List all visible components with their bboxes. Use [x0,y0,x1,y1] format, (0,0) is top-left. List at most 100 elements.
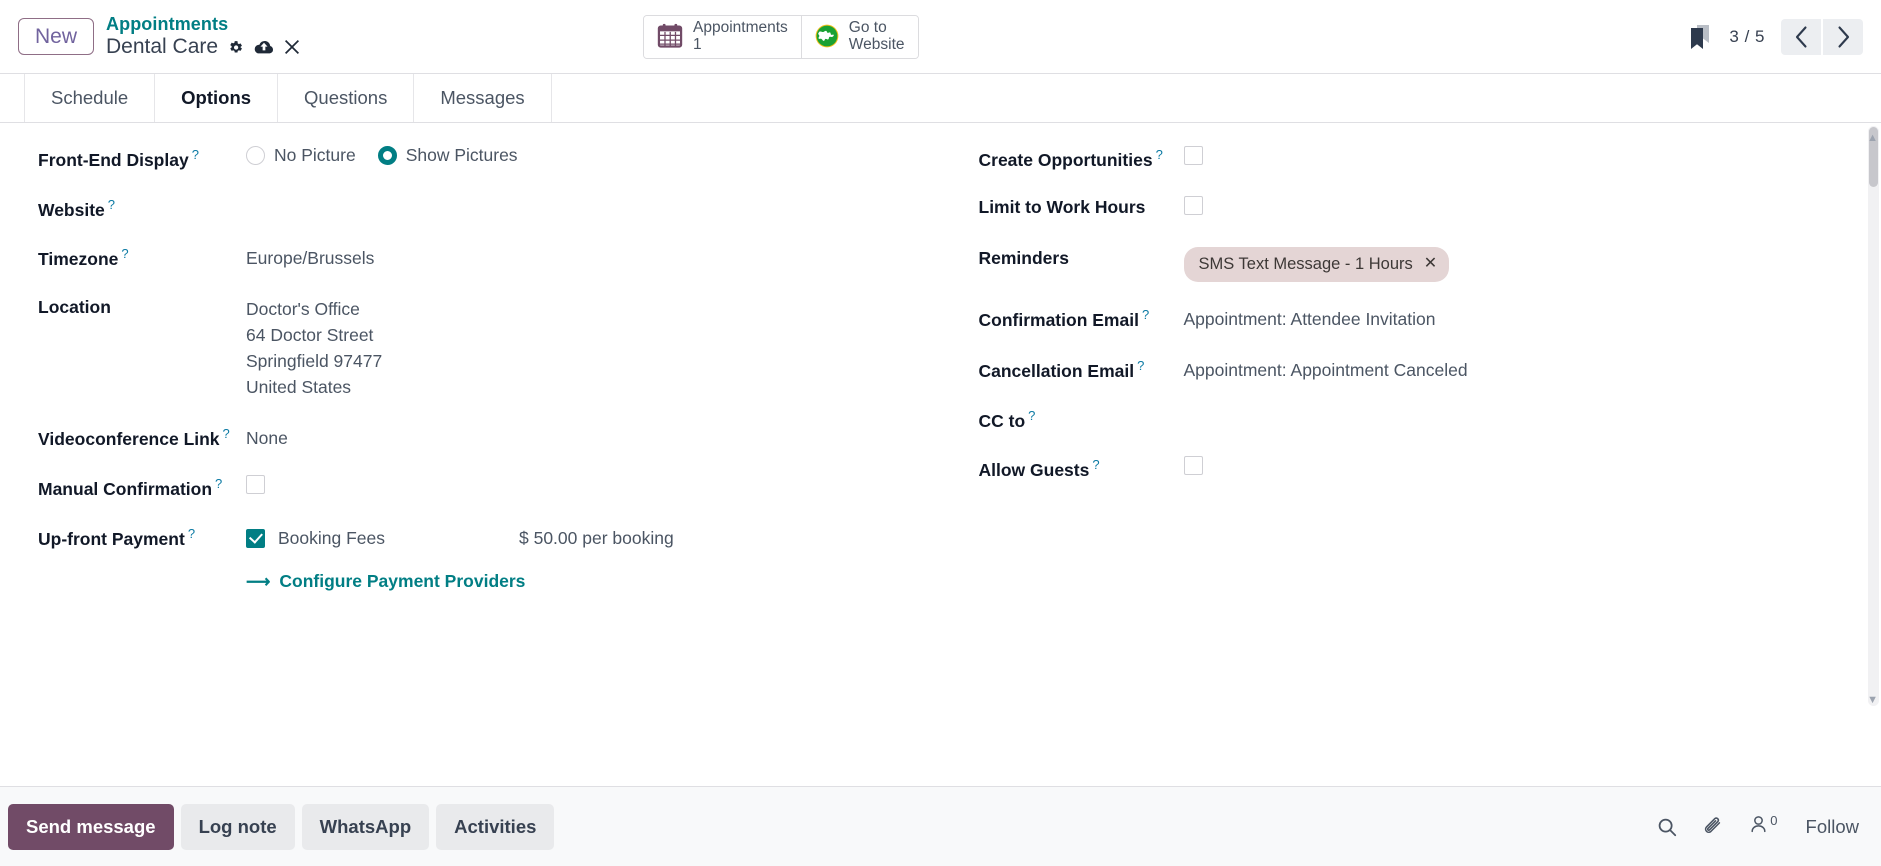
field-label-reminders: Reminders [978,247,1069,268]
tab-messages[interactable]: Messages [413,74,552,122]
close-icon[interactable] [284,39,300,55]
checkbox-limit-to-work-hours[interactable] [1183,196,1203,216]
field-create-opportunities: Create Opportunities? [979,145,1881,172]
tooltip-icon[interactable]: ? [108,197,115,212]
follow-button[interactable]: Follow [1802,816,1863,838]
field-label-create-opportunities: Create Opportunities? [979,145,1184,172]
field-reminders: Reminders SMS Text Message - 1 Hours ✕ [979,246,1881,283]
followers-button[interactable]: 0 [1748,813,1778,840]
booking-fees-label: Booking Fees [278,528,386,549]
field-value-videoconference-link[interactable]: None [246,424,941,451]
tooltip-icon[interactable]: ? [1092,457,1099,472]
tooltip-icon[interactable]: ? [223,426,230,441]
close-icon[interactable]: ✕ [1424,255,1437,272]
field-value-location[interactable]: Doctor's Office 64 Doctor Street Springf… [246,295,941,401]
radio-indicator[interactable] [246,146,265,165]
label-text: Allow Guests [978,460,1090,481]
scroll-up-arrow-icon[interactable]: ▲ [1867,132,1878,144]
tooltip-icon[interactable]: ? [1028,408,1035,423]
pager-value[interactable]: 3 / 5 [1729,27,1765,47]
pager-next-button[interactable] [1823,18,1863,55]
location-line: Doctor's Office [246,298,360,319]
tooltip-icon[interactable]: ? [1156,147,1163,162]
tooltip-icon[interactable]: ? [121,246,128,261]
booking-fees-left: Booking Fees [246,525,519,551]
pager-previous-button[interactable] [1781,18,1821,55]
radio-option-show-pictures[interactable]: Show Pictures [377,145,518,166]
tooltip-icon[interactable]: ? [188,526,195,541]
tooltip-icon[interactable]: ? [192,147,199,162]
gear-icon[interactable] [227,39,244,56]
field-value-reminders[interactable]: SMS Text Message - 1 Hours ✕ [1183,246,1881,283]
radio-option-no-picture[interactable]: No Picture [246,145,356,166]
field-value-upfront-payment: Booking Fees $ 50.00 per booking ⟶ Confi… [246,524,941,595]
form-column-right: Create Opportunities? Limit to Work Hour… [941,145,1881,618]
radio-label: No Picture [274,145,356,165]
stat-label: Go to [848,19,887,37]
field-value-confirmation-email[interactable]: Appointment: Attendee Invitation [1184,305,1881,332]
activities-button[interactable]: Activities [436,803,555,850]
field-value-create-opportunities [1183,145,1881,172]
whatsapp-button[interactable]: WhatsApp [301,803,430,850]
configure-payment-providers-link[interactable]: ⟶ Configure Payment Providers [246,568,525,594]
reminder-tag[interactable]: SMS Text Message - 1 Hours ✕ [1183,246,1450,283]
stat-button-website-text: Go to Website [849,20,905,53]
checkbox-allow-guests[interactable] [1183,456,1203,476]
tooltip-icon[interactable]: ? [1142,307,1149,322]
vertical-scrollbar[interactable] [1868,126,1879,706]
checkbox-create-opportunities[interactable] [1183,146,1203,165]
field-label-cancellation-email: Cancellation Email? [979,356,1184,383]
radio-label: Show Pictures [405,145,518,165]
scroll-down-arrow-icon[interactable]: ▼ [1867,694,1878,706]
checkbox-manual-confirmation[interactable] [246,474,265,494]
tab-options[interactable]: Options [154,74,277,122]
stat-button-appointments[interactable]: Appointments 1 [644,16,801,58]
field-label-limit-to-work-hours: Limit to Work Hours [978,197,1146,218]
booking-fee-amount[interactable]: $ 50.00 per booking [519,525,674,551]
new-button[interactable]: New [18,17,95,55]
bookmark-icon[interactable] [1687,23,1713,51]
field-label-front-end-display: Front-End Display? [38,145,246,172]
field-cancellation-email: Cancellation Email? Appointment: Appoint… [979,356,1881,383]
label-text: Cancellation Email [978,360,1135,381]
configure-link-label: Configure Payment Providers [279,571,526,592]
search-icon[interactable] [1656,816,1678,838]
field-value-allow-guests [1183,455,1881,482]
stat-value: Website [848,36,905,53]
field-website: Website? [38,195,941,222]
tooltip-icon[interactable]: ? [1137,358,1144,373]
radio-indicator-selected[interactable] [377,146,397,165]
field-label-manual-confirmation: Manual Confirmation? [38,474,246,501]
tab-questions[interactable]: Questions [277,74,413,122]
stat-button-go-to-website[interactable]: Go to Website [800,16,918,58]
tab-schedule[interactable]: Schedule [24,74,154,122]
form-sheet: Schedule Options Questions Messages ▲ ▼ … [0,74,1881,786]
field-manual-confirmation: Manual Confirmation? [38,474,941,501]
log-note-button[interactable]: Log note [180,803,295,850]
paperclip-icon[interactable] [1702,816,1724,838]
label-text: Videoconference Link [38,428,220,449]
checkbox-booking-fees[interactable] [246,528,265,548]
field-upfront-payment: Up-front Payment? Booking Fees $ 50.00 p… [38,524,941,595]
label-text: CC to [978,410,1026,431]
calendar-icon [656,22,684,53]
field-value-cancellation-email[interactable]: Appointment: Appointment Canceled [1184,356,1881,383]
tooltip-icon[interactable]: ? [215,476,222,491]
cloud-upload-icon[interactable] [253,39,275,56]
field-limit-to-work-hours: Limit to Work Hours [979,195,1881,222]
field-value-timezone[interactable]: Europe/Brussels [246,244,941,271]
field-label-timezone: Timezone? [38,244,246,271]
breadcrumb: Appointments Dental Care [106,14,300,59]
field-value-cc-to[interactable] [1184,406,1881,407]
field-label-upfront-payment: Up-front Payment? [38,524,246,551]
control-panel: New Appointments Dental Care Appointment… [0,0,1881,74]
breadcrumb-parent-appointments[interactable]: Appointments [106,14,300,34]
control-panel-right: 3 / 5 [1687,18,1863,55]
control-panel-left: New Appointments Dental Care [18,14,300,59]
field-value-website[interactable] [246,195,941,196]
label-text: Timezone [38,249,119,270]
stat-buttons: Appointments 1 Go to Website [643,15,919,59]
field-allow-guests: Allow Guests? [979,455,1881,482]
options-form: Front-End Display? No Picture Show Pictu… [0,123,1881,618]
send-message-button[interactable]: Send message [8,803,174,850]
